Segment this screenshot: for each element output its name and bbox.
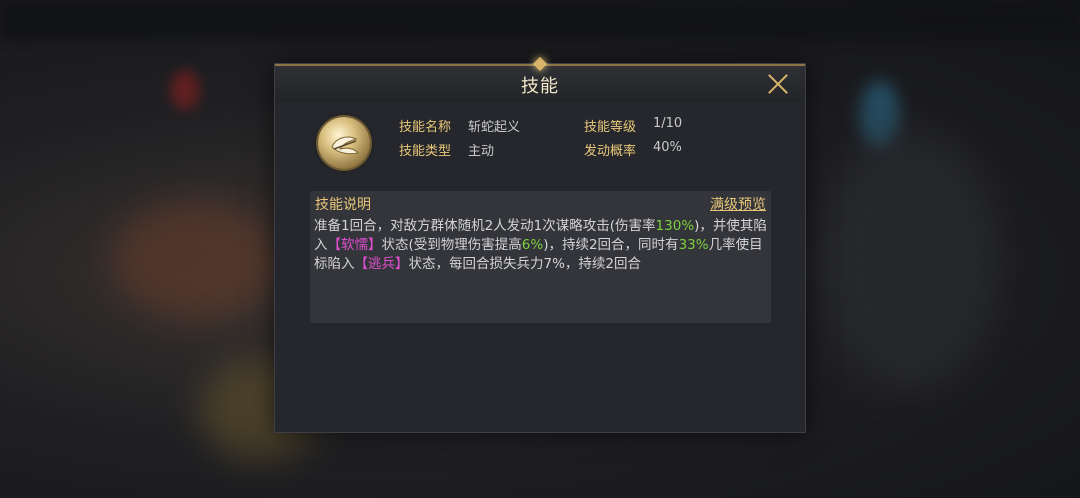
- skill-dialog: 技能 技能名称 斩蛇起义 技能等级 1/10 技能类型 主动 发动概率 40% …: [274, 56, 806, 433]
- skill-type-label: 技能类型: [399, 144, 452, 159]
- skill-type-value: 主动: [468, 144, 495, 159]
- dialog-title: 技能: [521, 76, 559, 97]
- dialog-title-bar: 技能: [275, 56, 805, 102]
- status-keyword: 【软懦】: [327, 237, 382, 253]
- background-blur: [110, 200, 280, 320]
- background-blur: [170, 70, 200, 110]
- skill-level-value: 1/10: [653, 116, 683, 131]
- description-title: 技能说明: [315, 197, 371, 213]
- description-segment: 状态，每回合损失兵力7%，持续2回合: [408, 256, 642, 272]
- skill-level-label: 技能等级: [584, 120, 637, 135]
- trigger-chance-label: 发动概率: [584, 144, 637, 159]
- close-icon[interactable]: [767, 73, 789, 95]
- skill-icon: [318, 117, 370, 169]
- description-text: 准备1回合，对敌方群体随机2人发动1次谋略攻击(伤害率130%)，并使其陷入【软…: [314, 217, 768, 274]
- background-top-bar: [0, 0, 1080, 40]
- status-keyword: 【逃兵】: [354, 256, 409, 272]
- description-segment: 状态(受到物理伤害提高: [381, 237, 522, 253]
- title-ornament: [532, 56, 548, 72]
- value-highlight: 6%: [521, 237, 544, 253]
- description-segment: 准备1回合，对敌方群体随机2人发动1次谋略攻击(伤害率: [314, 218, 656, 234]
- background-blur: [820, 130, 1000, 390]
- description-box: 技能说明 满级预览 准备1回合，对敌方群体随机2人发动1次谋略攻击(伤害率130…: [310, 191, 771, 323]
- max-level-preview-link[interactable]: 满级预览: [710, 194, 766, 214]
- description-segment: )，持续2回合，同时有: [543, 237, 679, 253]
- skill-name-label: 技能名称: [399, 120, 452, 135]
- value-highlight: 130%: [655, 218, 695, 234]
- value-highlight: 33%: [678, 237, 709, 253]
- trigger-chance-value: 40%: [653, 140, 682, 155]
- skill-name-value: 斩蛇起义: [468, 120, 521, 135]
